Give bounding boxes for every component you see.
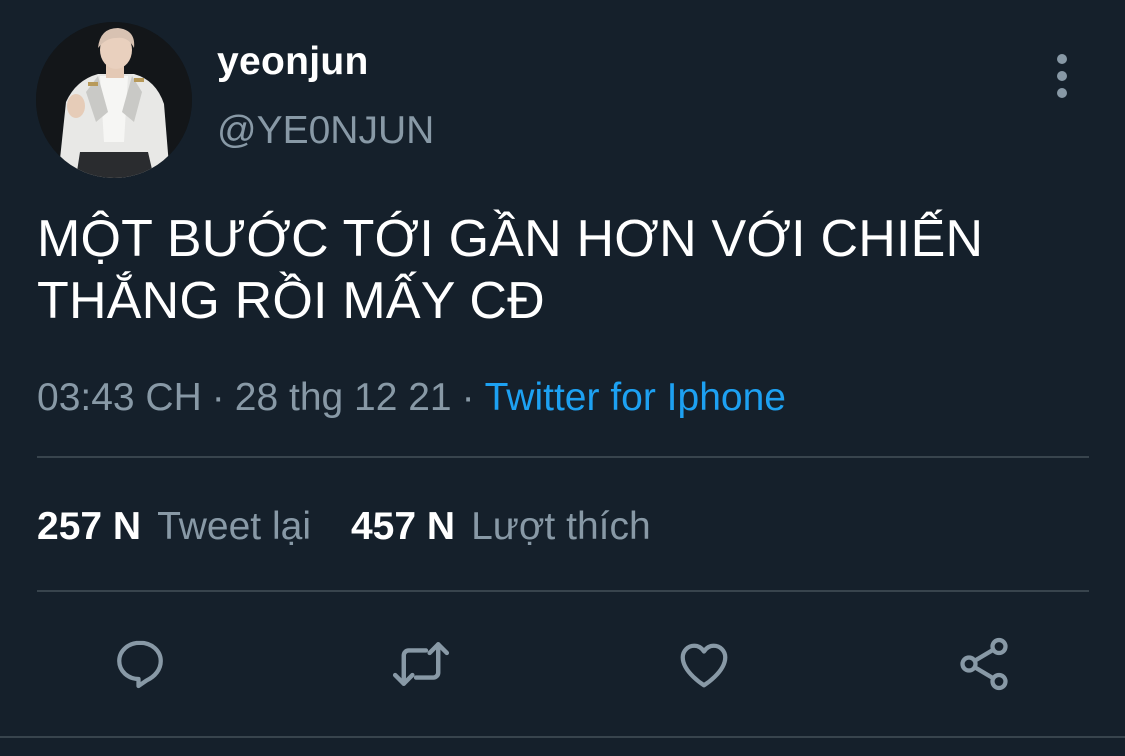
more-options-icon	[1057, 54, 1067, 64]
share-button[interactable]	[952, 632, 1016, 696]
divider	[37, 456, 1089, 458]
meta-separator: ·	[211, 376, 225, 419]
likes-count: 457 N	[350, 505, 456, 548]
tweet-detail: yeonjun @YE0NJUN MỘT BƯỚC TỚI GẦN HƠN VỚ…	[0, 0, 1125, 756]
tweet-date[interactable]: 28 thg 12 21	[235, 376, 452, 419]
reply-icon	[117, 640, 163, 689]
retweets-label: Tweet lại	[157, 505, 311, 548]
more-options-icon-dot	[1057, 88, 1067, 98]
retweets-stat[interactable]: 257 N Tweet lại	[37, 505, 311, 548]
tweet-source-link[interactable]: Twitter for Iphone	[485, 376, 786, 419]
tweet-text: MỘT BƯỚC TỚI GẦN HƠN VỚI CHIẾN THẮNG RỒI…	[37, 210, 984, 330]
tweet-stats: 257 N Tweet lại 457 N Lượt thích	[37, 503, 651, 551]
bottom-divider	[0, 736, 1125, 738]
avatar-image	[36, 22, 192, 178]
likes-stat[interactable]: 457 N Lượt thích	[351, 505, 651, 548]
like-button[interactable]	[672, 632, 736, 696]
heart-icon	[680, 643, 728, 688]
likes-label: Lượt thích	[471, 505, 651, 548]
display-name[interactable]: yeonjun	[217, 38, 369, 86]
reply-button[interactable]	[108, 632, 172, 696]
retweets-count: 257 N	[37, 505, 142, 548]
divider	[37, 590, 1089, 592]
user-handle[interactable]: @YE0NJUN	[217, 107, 434, 155]
more-options-icon-dot	[1057, 71, 1067, 81]
more-options-button[interactable]	[1046, 54, 1078, 98]
share-icon	[960, 637, 1008, 691]
meta-separator: ·	[461, 376, 475, 419]
retweet-icon	[392, 642, 450, 686]
tweet-meta: 03:43 CH · 28 thg 12 21 · Twitter for Iphone	[37, 374, 786, 422]
retweet-button[interactable]	[389, 632, 453, 696]
avatar[interactable]	[36, 22, 192, 178]
tweet-time[interactable]: 03:43 CH	[37, 376, 202, 419]
